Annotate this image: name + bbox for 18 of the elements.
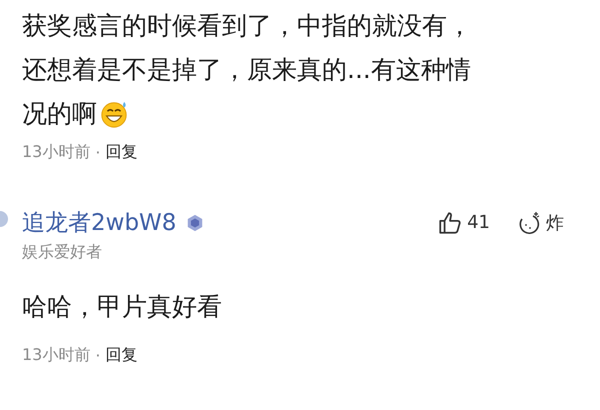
separator-dot: · <box>95 346 100 365</box>
sweat-smile-emoji-icon <box>99 99 129 129</box>
comment-text-line: 获奖感言的时候看到了，中指的就没有， <box>22 10 472 42</box>
comment-text-line: 况的啊 <box>22 98 97 130</box>
avatar-icon <box>0 209 10 229</box>
timestamp: 13小时前 <box>22 345 90 366</box>
hexagon-badge-icon <box>186 214 204 232</box>
thumbs-up-icon <box>437 210 464 236</box>
username[interactable]: 追龙者2wbW8 <box>22 207 176 238</box>
like-button[interactable]: 41 <box>437 210 490 236</box>
bomb-button[interactable]: 炸 <box>516 210 564 236</box>
timestamp: 13小时前 <box>22 142 90 163</box>
comment-text-line: 还想着是不是掉了，原来真的...有这种情 <box>22 54 471 86</box>
reply-link[interactable]: 回复 <box>105 142 138 163</box>
separator-dot: · <box>95 143 100 162</box>
comment-text: 哈哈，甲片真好看 <box>22 291 223 323</box>
user-tagline: 娱乐爱好者 <box>22 242 103 263</box>
reply-link[interactable]: 回复 <box>105 345 138 366</box>
